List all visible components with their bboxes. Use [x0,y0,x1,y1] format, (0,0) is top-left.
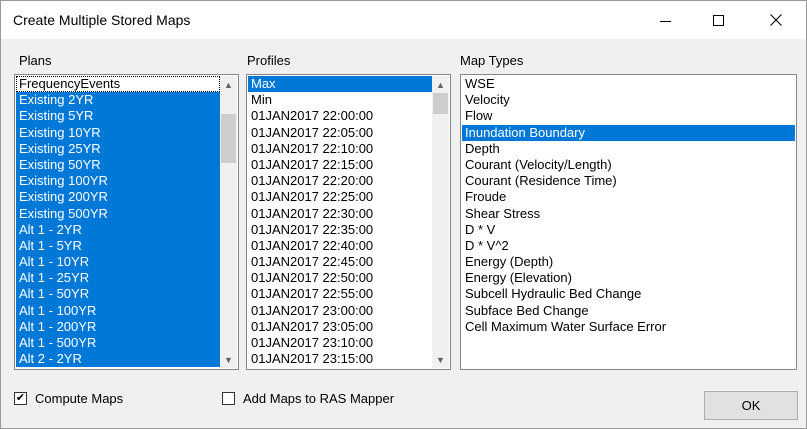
list-item[interactable]: Alt 1 - 200YR [16,318,220,335]
list-item[interactable]: Inundation Boundary [462,124,795,141]
profiles-scrollbar[interactable]: ▲ ▼ [432,76,449,368]
list-item[interactable]: 01JAN2017 23:00:00 [248,303,432,319]
map-types-label: Map Types [460,53,524,68]
map-types-listbox[interactable]: WSE Velocity Flow Inundation Boundary Depth C… [460,74,797,370]
list-item[interactable]: FrequencyEvents [16,76,220,93]
list-item[interactable]: Shear Stress [462,206,795,222]
list-item[interactable]: 01JAN2017 22:30:00 [248,206,432,222]
list-item[interactable]: Alt 1 - 500YR [16,335,220,352]
ok-button[interactable]: OK [704,391,798,420]
list-item[interactable]: Courant (Velocity/Length) [462,157,795,173]
scroll-down-arrow-icon[interactable]: ▼ [220,351,237,368]
list-item[interactable]: WSE [462,76,795,92]
scroll-up-arrow-icon[interactable]: ▲ [432,76,449,93]
list-item[interactable]: Energy (Elevation) [462,270,795,286]
dialog-window: Create Multiple Stored Maps Plans Freque… [0,0,807,429]
list-item[interactable]: 01JAN2017 22:15:00 [248,157,432,173]
profiles-listbox[interactable]: Max Min 01JAN2017 22:00:00 01JAN2017 22:05:… [246,74,451,370]
list-item[interactable]: Alt 2 - 2YR [16,351,220,368]
scroll-thumb[interactable] [433,93,448,114]
list-item[interactable]: Alt 1 - 50YR [16,286,220,303]
list-item[interactable]: Existing 50YR [16,156,220,174]
list-item[interactable]: 01JAN2017 22:20:00 [248,173,432,189]
list-item[interactable]: 01JAN2017 23:15:00 [248,351,432,367]
list-item[interactable]: Existing 100YR [16,173,220,190]
scroll-thumb[interactable] [221,113,236,163]
list-item[interactable]: Existing 25YR [16,140,220,157]
scroll-down-arrow-icon[interactable]: ▼ [432,351,449,368]
list-item[interactable]: Subface Bed Change [462,303,795,319]
list-item[interactable]: D * V^2 [462,238,795,254]
minimize-button[interactable] [642,1,688,39]
list-item[interactable]: Existing 2YR [16,92,220,109]
profiles-list-items: Max Min 01JAN2017 22:00:00 01JAN2017 22:05:… [248,76,432,367]
list-item[interactable]: Velocity [462,92,795,108]
close-button[interactable] [753,1,799,39]
plans-list-items: FrequencyEvents Existing 2YR Existing 5YR E… [16,76,220,368]
title-bar[interactable]: Create Multiple Stored Maps [1,1,806,39]
compute-maps-label: Compute Maps [35,391,124,406]
compute-maps-checkbox[interactable]: ✔ [14,392,27,405]
profiles-label: Profiles [247,53,291,68]
list-item[interactable]: D * V [462,222,795,238]
list-item[interactable]: Alt 1 - 100YR [16,302,220,319]
list-item[interactable]: 01JAN2017 22:25:00 [248,189,432,205]
list-item[interactable]: 01JAN2017 22:55:00 [248,286,432,302]
minimize-icon [659,20,671,22]
list-item[interactable]: 01JAN2017 22:45:00 [248,254,432,270]
plans-scrollbar[interactable]: ▲ ▼ [220,76,237,368]
maximize-button[interactable] [695,1,741,39]
list-item[interactable]: Alt 1 - 25YR [16,270,220,287]
list-item[interactable]: 01JAN2017 23:10:00 [248,335,432,351]
add-to-ras-mapper-label: Add Maps to RAS Mapper [243,391,395,406]
close-icon [770,14,782,26]
list-item[interactable]: Cell Maximum Water Surface Error [462,319,795,335]
list-item[interactable]: 01JAN2017 23:05:00 [248,319,432,335]
list-item[interactable]: Alt 1 - 10YR [16,254,220,271]
list-item[interactable]: Energy (Depth) [462,254,795,270]
list-item[interactable]: Flow [462,108,795,124]
maximize-icon [712,14,724,26]
plans-listbox[interactable]: FrequencyEvents Existing 2YR Existing 5YR E… [14,74,239,370]
list-item[interactable]: Subcell Hydraulic Bed Change [462,286,795,302]
window-title: Create Multiple Stored Maps [13,12,191,28]
compute-maps-option[interactable]: ✔ Compute Maps [14,391,123,406]
list-item[interactable]: 01JAN2017 22:40:00 [248,238,432,254]
add-to-ras-mapper-checkbox[interactable] [222,392,235,405]
add-to-ras-mapper-option[interactable]: Add Maps to RAS Mapper [222,391,394,406]
list-item[interactable]: 01JAN2017 22:05:00 [248,125,432,141]
list-item[interactable]: Alt 1 - 2YR [16,221,220,238]
list-item[interactable]: Courant (Residence Time) [462,173,795,189]
list-item[interactable]: Existing 200YR [16,189,220,206]
list-item[interactable]: 01JAN2017 22:35:00 [248,222,432,238]
list-item[interactable]: Existing 10YR [16,124,220,141]
list-item[interactable]: Alt 1 - 5YR [16,237,220,255]
list-item[interactable]: 01JAN2017 22:10:00 [248,141,432,157]
plans-label: Plans [19,53,52,68]
list-item[interactable]: Depth [462,141,795,157]
list-item[interactable]: Max [248,76,432,93]
map-types-list-items: WSE Velocity Flow Inundation Boundary Depth C… [462,76,795,335]
list-item[interactable]: Min [248,92,432,108]
list-item[interactable]: Existing 500YR [16,205,220,222]
list-item[interactable]: 01JAN2017 22:00:00 [248,108,432,124]
list-item[interactable]: Existing 5YR [16,108,220,125]
list-item[interactable]: 01JAN2017 22:50:00 [248,270,432,286]
list-item[interactable]: Froude [462,189,795,205]
scroll-up-arrow-icon[interactable]: ▲ [220,76,237,93]
